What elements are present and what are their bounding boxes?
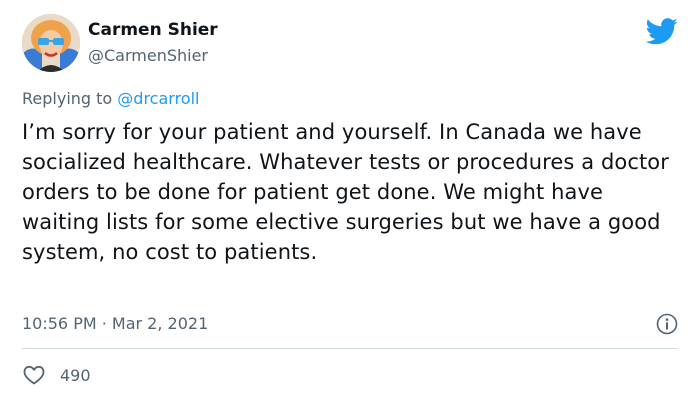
mention-link[interactable]: @drcarroll [117, 89, 199, 108]
avatar-image [22, 14, 80, 72]
tweet-timestamp[interactable]: 10:56 PM · Mar 2, 2021 [22, 314, 208, 333]
replying-to-label: Replying to [22, 89, 118, 108]
divider [22, 348, 678, 349]
replying-to-line: Replying to @drcarroll [22, 89, 199, 108]
info-icon[interactable] [656, 313, 678, 335]
tweet-text: I’m sorry for your patient and yourself.… [22, 120, 669, 264]
heart-icon[interactable] [22, 363, 46, 387]
avatar[interactable] [22, 14, 80, 72]
tweet-card: Carmen Shier @CarmenShier Replying to @d… [0, 0, 700, 402]
like-count: 490 [60, 365, 91, 385]
twitter-bird-icon[interactable] [646, 18, 678, 45]
display-name[interactable]: Carmen Shier [88, 20, 218, 40]
like-button[interactable]: 490 [22, 362, 91, 388]
user-handle[interactable]: @CarmenShier [88, 46, 208, 65]
